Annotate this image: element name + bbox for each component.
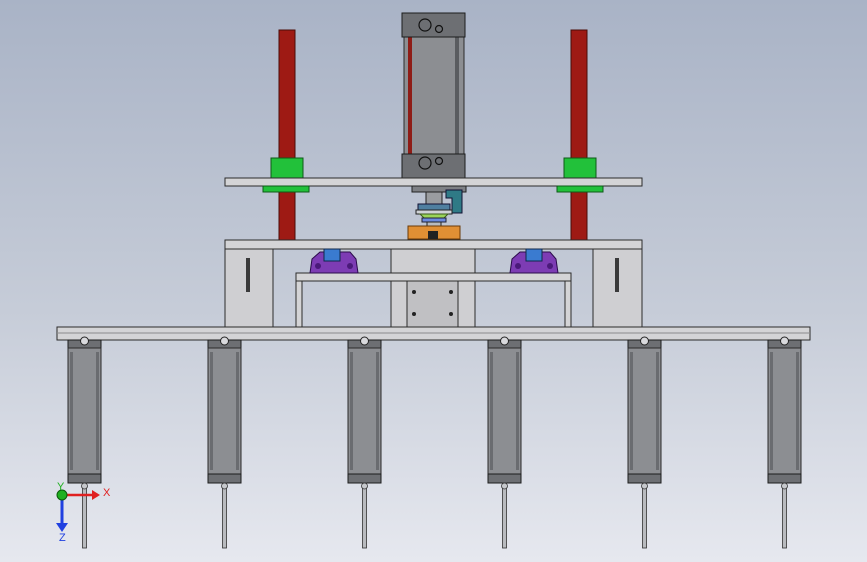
lower-cylinder-group (67, 336, 802, 549)
guide-bushing-right[interactable] (563, 157, 597, 179)
lower-cylinder[interactable] (67, 336, 102, 549)
main-cylinder-bottom-cap (401, 153, 466, 179)
guide-bushing-left[interactable] (270, 157, 304, 179)
lower-cylinder[interactable] (347, 336, 382, 549)
cad-viewport[interactable]: X Y Z (0, 0, 867, 562)
x-arrowhead-icon (92, 490, 100, 500)
clamp-right[interactable] (509, 248, 559, 274)
spring (418, 213, 450, 219)
press-head-rod (425, 191, 443, 205)
upper-plate[interactable] (224, 177, 643, 187)
base-plate[interactable] (224, 239, 643, 250)
main-cylinder-tie-rod-left (408, 36, 412, 154)
lower-cylinder[interactable] (207, 336, 242, 549)
machine-assembly-front-view[interactable] (0, 0, 867, 562)
spring-cap (417, 203, 451, 211)
lower-cylinder[interactable] (767, 336, 802, 549)
slide-frame-top (295, 272, 572, 282)
z-axis-label: Z (59, 532, 66, 544)
bushing-flange-left (262, 185, 310, 193)
main-cylinder-top-cap (401, 12, 466, 38)
main-cylinder-tie-rod-right (455, 36, 459, 154)
guide-rod-right[interactable] (570, 29, 588, 241)
guide-rod-left[interactable] (278, 29, 296, 241)
y-axis-label: Y (57, 481, 65, 493)
coordinate-triad (56, 489, 100, 532)
main-cylinder[interactable] (401, 12, 466, 179)
lower-cylinder[interactable] (627, 336, 662, 549)
lower-cylinder[interactable] (487, 336, 522, 549)
z-arrowhead-icon (56, 523, 68, 532)
center-mount-plate (406, 280, 459, 328)
bushing-flange-right (556, 185, 604, 193)
x-axis-label: X (103, 487, 111, 499)
clamp-left[interactable] (309, 248, 359, 274)
press-head[interactable] (407, 185, 467, 240)
